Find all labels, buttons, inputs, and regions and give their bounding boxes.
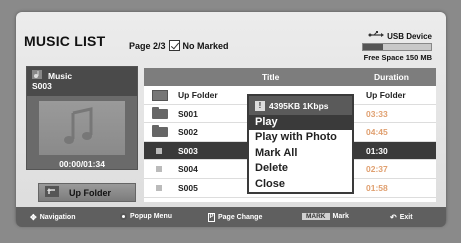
navigation-icon: ✥ xyxy=(30,213,37,222)
exit-label: Exit xyxy=(399,214,413,221)
info-icon: ! xyxy=(255,100,265,111)
ok-button-icon xyxy=(120,213,127,220)
menu-item-mark-all[interactable]: Mark All xyxy=(249,146,352,161)
menu-item-play[interactable]: Play xyxy=(249,115,352,131)
footer-help-bar: ✥ Navigation Popup Menu P Page Change MA… xyxy=(16,207,446,227)
marked-status: No Marked xyxy=(182,40,229,51)
item-duration: 02:37 xyxy=(366,164,388,175)
page-title: MUSIC LIST xyxy=(24,33,106,49)
popup-menu: ! 4395KB 1Kbps Play Play with Photo Mark… xyxy=(247,94,354,194)
mark-label: Mark xyxy=(332,213,349,220)
music-file-icon xyxy=(152,183,162,191)
page-info: Page 2/3 No Marked xyxy=(129,40,229,51)
item-title: S005 xyxy=(178,182,198,193)
page-change-label: Page Change xyxy=(218,214,263,221)
item-title: Up Folder xyxy=(178,90,218,100)
page-number: Page 2/3 xyxy=(129,40,166,51)
item-title: S004 xyxy=(178,164,198,175)
category-label: Music xyxy=(48,70,73,81)
folder-icon xyxy=(152,125,168,138)
album-art xyxy=(39,101,125,155)
usb-device-info: USB Device Free Space 150 MB xyxy=(362,31,432,63)
music-note-icon xyxy=(64,107,93,144)
folder-icon xyxy=(152,106,168,119)
item-duration: 01:58 xyxy=(366,182,388,193)
now-playing-card: Music S003 00:00/01:34 xyxy=(26,66,138,170)
current-track: S003 xyxy=(32,81,52,91)
column-title: Title xyxy=(262,72,280,82)
tv-screen: MUSIC LIST Page 2/3 No Marked USB Device… xyxy=(0,0,461,243)
mark-key-icon: MARK xyxy=(302,213,330,220)
music-category-icon xyxy=(32,70,42,81)
menu-item-play-with-photo[interactable]: Play with Photo xyxy=(249,130,352,145)
up-folder-label: Up Folder xyxy=(69,187,111,198)
usb-icon xyxy=(368,31,385,41)
menu-item-delete[interactable]: Delete xyxy=(249,161,352,176)
item-duration: 04:45 xyxy=(366,127,388,138)
checkbox-icon xyxy=(168,40,180,51)
item-duration: 01:30 xyxy=(366,145,388,156)
up-folder-button[interactable]: Up Folder xyxy=(38,183,136,202)
popup-info: ! 4395KB 1Kbps xyxy=(249,96,352,115)
music-file-icon xyxy=(152,164,162,173)
column-duration: Duration xyxy=(374,72,409,82)
free-space-label: Free Space 150 MB xyxy=(363,53,432,62)
item-title: S001 xyxy=(178,108,198,119)
item-duration: 03:33 xyxy=(366,108,388,119)
up-folder-icon xyxy=(152,90,168,101)
usb-device-label: USB Device xyxy=(387,31,432,41)
up-folder-icon xyxy=(45,186,59,199)
item-duration: Up Folder xyxy=(366,90,406,100)
list-header: Title Duration xyxy=(144,68,436,86)
storage-bar-fill xyxy=(363,44,384,50)
exit-icon: ↶ xyxy=(390,213,397,222)
item-title: S003 xyxy=(178,145,198,156)
menu-item-close[interactable]: Close xyxy=(249,177,352,192)
playback-time: 00:00/01:34 xyxy=(59,159,105,169)
storage-bar xyxy=(362,43,432,51)
navigation-label: Navigation xyxy=(39,214,76,221)
music-file-icon xyxy=(152,146,162,154)
popup-menu-label: Popup Menu xyxy=(130,213,172,220)
file-info: 4395KB 1Kbps xyxy=(269,100,329,111)
page-change-icon: P xyxy=(208,213,215,222)
item-title: S002 xyxy=(178,127,198,138)
